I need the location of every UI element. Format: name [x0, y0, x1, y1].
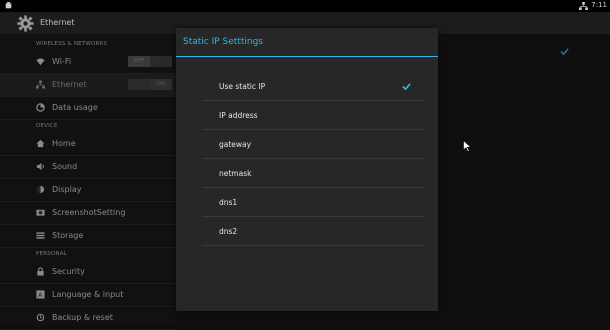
ethernet-icon — [36, 80, 45, 89]
page-title: Ethernet — [40, 18, 75, 27]
status-bar: 7:11 — [0, 0, 610, 12]
sidebar-item-display[interactable]: Display — [0, 179, 176, 202]
svg-text:A: A — [38, 292, 43, 299]
lock-icon — [37, 267, 44, 276]
settings-sidebar: WIRELESS & NETWORKS Wi-Fi OFF Ethernet O… — [0, 34, 176, 330]
sidebar-item-home[interactable]: Home — [0, 133, 176, 156]
sidebar-item-label: Backup & reset — [52, 313, 113, 322]
mouse-cursor-icon — [463, 140, 472, 152]
sidebar-item-label: ScreenshotSetting — [52, 208, 126, 217]
gateway-row[interactable]: gateway — [202, 130, 424, 159]
sound-icon — [36, 162, 44, 171]
sidebar-item-storage[interactable]: Storage — [0, 225, 176, 248]
sidebar-item-label: Wi-Fi — [52, 57, 72, 66]
sidebar-item-label: Language & input — [52, 290, 124, 299]
screenshot-icon — [36, 209, 45, 216]
wifi-icon — [36, 58, 45, 66]
gear-icon[interactable] — [17, 15, 34, 32]
section-header-personal: PERSONAL — [36, 251, 67, 257]
toggle-on-label: ON — [150, 79, 172, 90]
ethernet-toggle[interactable]: ON — [128, 79, 172, 90]
sidebar-item-label: Data usage — [52, 103, 98, 112]
row-label: netmask — [219, 169, 252, 178]
sidebar-item-label: Security — [52, 267, 85, 276]
backup-icon — [36, 313, 45, 322]
section-header-device: DEVICE — [36, 123, 58, 129]
row-label: dns1 — [219, 198, 238, 207]
row-label: Use static IP — [219, 82, 266, 91]
row-label: IP address — [219, 111, 258, 120]
row-label: dns2 — [219, 227, 238, 236]
wifi-toggle[interactable]: OFF — [128, 56, 172, 67]
android-notification-icon — [5, 2, 12, 9]
sidebar-item-data-usage[interactable]: Data usage — [0, 97, 176, 120]
sidebar-item-label: Display — [52, 185, 82, 194]
sidebar-item-label: Sound — [52, 162, 78, 171]
sidebar-item-label: Storage — [52, 231, 84, 240]
dns1-row[interactable]: dns1 — [202, 188, 424, 217]
ethernet-status-icon — [579, 2, 588, 10]
section-header-wireless: WIRELESS & NETWORKS — [36, 41, 108, 47]
sidebar-item-ethernet[interactable]: Ethernet ON — [0, 74, 176, 97]
dns2-row[interactable]: dns2 — [202, 217, 424, 246]
sidebar-item-security[interactable]: Security — [0, 261, 176, 284]
display-icon — [36, 185, 45, 194]
sidebar-item-language-input[interactable]: A Language & input — [0, 284, 176, 307]
use-static-ip-row[interactable]: Use static IP — [202, 72, 424, 101]
sidebar-item-screenshot-setting[interactable]: ScreenshotSetting — [0, 202, 176, 225]
sidebar-item-backup-reset[interactable]: Backup & reset — [0, 307, 176, 330]
clock: 7:11 — [591, 1, 607, 9]
home-icon — [36, 139, 45, 148]
ip-address-row[interactable]: IP address — [202, 101, 424, 130]
storage-icon — [36, 232, 45, 239]
toggle-off-label: OFF — [128, 56, 150, 67]
sidebar-item-label: Home — [52, 139, 76, 148]
row-label: gateway — [219, 140, 252, 149]
use-static-ip-checkbox[interactable] — [402, 82, 411, 91]
sidebar-item-wifi[interactable]: Wi-Fi OFF — [0, 51, 176, 74]
sidebar-item-sound[interactable]: Sound — [0, 156, 176, 179]
checkmark-icon — [560, 48, 569, 56]
dialog-title: Static IP Setttings — [183, 37, 263, 47]
static-ip-dialog: Static IP Setttings Use static IP IP add… — [176, 28, 438, 311]
language-icon: A — [36, 290, 45, 299]
netmask-row[interactable]: netmask — [202, 159, 424, 188]
title-divider — [176, 56, 438, 57]
data-usage-icon — [36, 103, 45, 112]
sidebar-item-label: Ethernet — [52, 80, 87, 89]
